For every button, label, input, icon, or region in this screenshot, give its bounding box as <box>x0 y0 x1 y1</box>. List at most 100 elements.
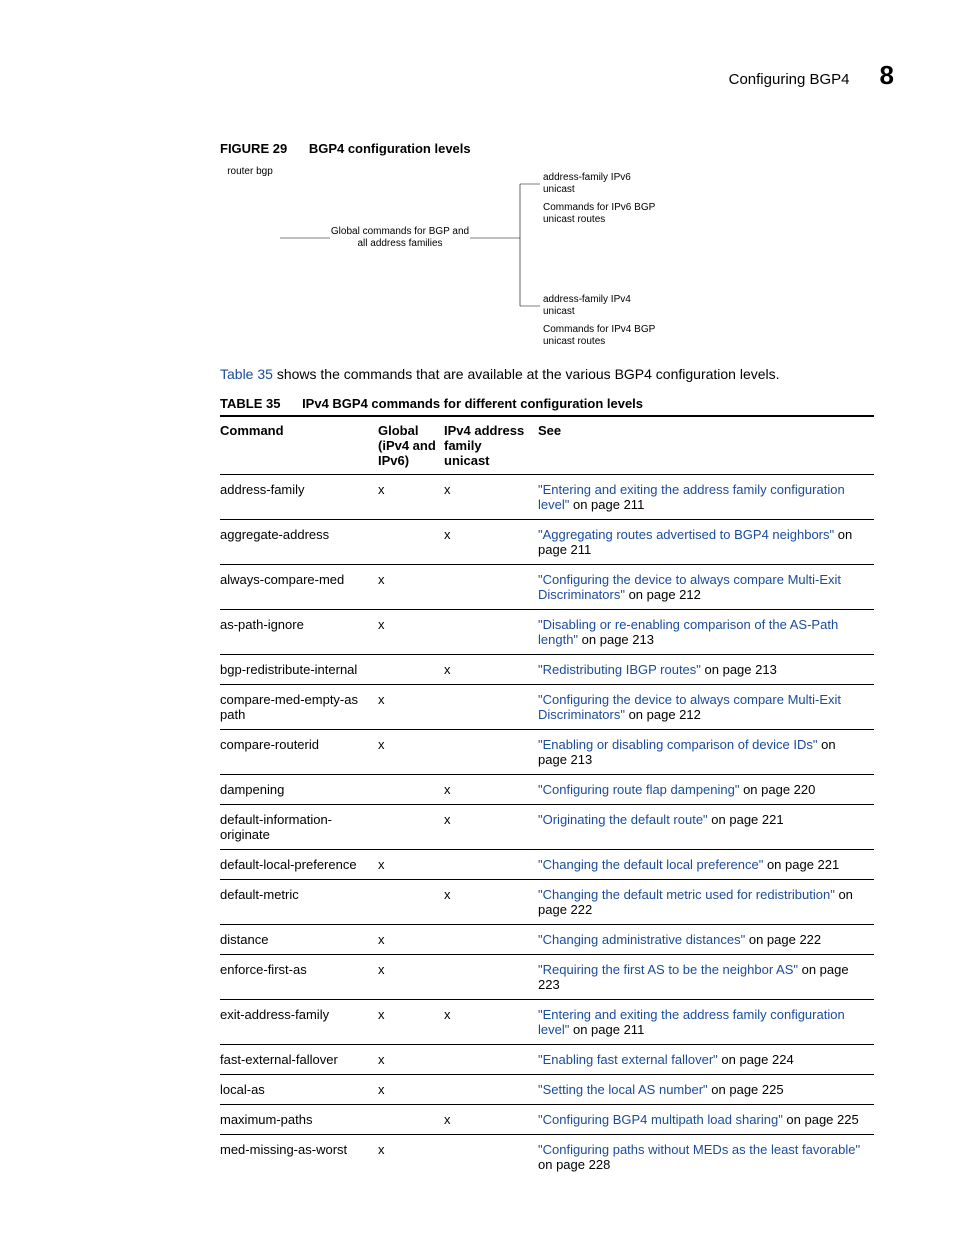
cell-global: x <box>378 1000 444 1045</box>
cell-global: x <box>378 925 444 955</box>
table-35-link[interactable]: Table 35 <box>220 366 273 382</box>
table-row: dampening x"Configuring route flap dampen… <box>220 775 874 805</box>
see-link[interactable]: "Changing the default local preference" <box>538 857 763 872</box>
see-suffix: on page 222 <box>745 932 821 947</box>
cell-see: "Changing administrative distances" on p… <box>538 925 874 955</box>
see-link[interactable]: "Enabling fast external fallover" <box>538 1052 718 1067</box>
see-link[interactable]: "Originating the default route" <box>538 812 708 827</box>
table-row: default-metricx"Changing the default met… <box>220 880 874 925</box>
col-global: Global (iPv4 and IPv6) <box>378 416 444 475</box>
table-row: aggregate-addressx"Aggregating routes ad… <box>220 520 874 565</box>
table-row: address-familyxx"Entering and exiting th… <box>220 475 874 520</box>
cell-see: "Aggregating routes advertised to BGP4 n… <box>538 520 874 565</box>
table-row: default-information-originatex"Originati… <box>220 805 874 850</box>
see-suffix: on page 220 <box>739 782 815 797</box>
table-row: compare-med-empty-as pathx "Configuring t… <box>220 685 874 730</box>
cell-command: aggregate-address <box>220 520 378 565</box>
see-suffix: on page 225 <box>783 1112 859 1127</box>
cell-command: bgp-redistribute-internal <box>220 655 378 685</box>
cell-global: x <box>378 685 444 730</box>
diagram-cmd6-label: Commands for IPv6 BGP unicast routes <box>543 202 673 226</box>
table-row: exit-address-familyxx"Entering and exiti… <box>220 1000 874 1045</box>
cell-ipv4: x <box>444 775 538 805</box>
commands-table: Command Global (iPv4 and IPv6) IPv4 addr… <box>220 415 874 1179</box>
diagram-router-label: router bgp <box>220 166 280 178</box>
table-row: always-compare-medx"Configuring the devi… <box>220 565 874 610</box>
see-link[interactable]: "Configuring route flap dampening" <box>538 782 739 797</box>
cell-see: "Configuring BGP4 multipath load sharing… <box>538 1105 874 1135</box>
see-suffix: on page 225 <box>708 1082 784 1097</box>
cell-see: "Enabling fast external fallover" on pag… <box>538 1045 874 1075</box>
table-caption: TABLE 35 IPv4 BGP4 commands for differen… <box>220 396 894 411</box>
cell-see: "Entering and exiting the address family… <box>538 475 874 520</box>
cell-command: compare-routerid <box>220 730 378 775</box>
cell-command: fast-external-fallover <box>220 1045 378 1075</box>
cell-ipv4 <box>444 685 538 730</box>
see-link[interactable]: "Configuring BGP4 multipath load sharing… <box>538 1112 783 1127</box>
cell-global <box>378 805 444 850</box>
cell-global <box>378 1105 444 1135</box>
diagram-global-label: Global commands for BGP and all address … <box>330 226 470 250</box>
table-row: bgp-redistribute-internalx"Redistributin… <box>220 655 874 685</box>
cell-ipv4 <box>444 955 538 1000</box>
table-row: maximum-pathsx"Configuring BGP4 multipat… <box>220 1105 874 1135</box>
cell-see: "Configuring the device to always compar… <box>538 685 874 730</box>
cell-command: dampening <box>220 775 378 805</box>
see-link[interactable]: "Enabling or disabling comparison of dev… <box>538 737 818 752</box>
cell-see: "Configuring route flap dampening" on pa… <box>538 775 874 805</box>
table-row: med-missing-as-worstx "Configuring paths … <box>220 1135 874 1180</box>
cell-global: x <box>378 610 444 655</box>
cell-command: enforce-first-as <box>220 955 378 1000</box>
table-label: TABLE 35 <box>220 396 280 411</box>
cell-see: "Setting the local AS number" on page 22… <box>538 1075 874 1105</box>
cell-ipv4: x <box>444 1000 538 1045</box>
figure-caption: FIGURE 29 BGP4 configuration levels <box>220 141 894 156</box>
table-row: distancex"Changing administrative distan… <box>220 925 874 955</box>
diagram-cmd4-label: Commands for IPv4 BGP unicast routes <box>543 324 673 348</box>
cell-global <box>378 655 444 685</box>
see-link[interactable]: "Redistributing IBGP routes" <box>538 662 701 677</box>
header-chapter: 8 <box>880 60 894 91</box>
diagram-af6-label: address-family IPv6 unicast <box>543 172 663 196</box>
bgp-config-levels-diagram: router bgp Global commands for BGP and a… <box>220 166 894 366</box>
cell-global <box>378 880 444 925</box>
see-suffix: on page 228 <box>538 1157 610 1172</box>
see-suffix: on page 221 <box>763 857 839 872</box>
see-suffix: on page 213 <box>701 662 777 677</box>
see-link[interactable]: "Configuring paths without MEDs as the l… <box>538 1142 860 1157</box>
cell-command: compare-med-empty-as path <box>220 685 378 730</box>
see-suffix: on page 212 <box>625 707 701 722</box>
see-link[interactable]: "Changing the default metric used for re… <box>538 887 835 902</box>
figure-label: FIGURE 29 <box>220 141 287 156</box>
see-link[interactable]: "Aggregating routes advertised to BGP4 n… <box>538 527 834 542</box>
cell-see: "Enabling or disabling comparison of dev… <box>538 730 874 775</box>
cell-global: x <box>378 1135 444 1180</box>
cell-global: x <box>378 1075 444 1105</box>
table-row: enforce-first-asx"Requiring the first AS… <box>220 955 874 1000</box>
cell-ipv4 <box>444 1045 538 1075</box>
cell-command: med-missing-as-worst <box>220 1135 378 1180</box>
table-row: as-path-ignorex"Disabling or re-enabling… <box>220 610 874 655</box>
cell-ipv4 <box>444 1075 538 1105</box>
see-link[interactable]: "Requiring the first AS to be the neighb… <box>538 962 798 977</box>
intro-text: shows the commands that are available at… <box>273 366 780 382</box>
cell-global: x <box>378 475 444 520</box>
table-row: local-asx"Setting the local AS number" o… <box>220 1075 874 1105</box>
cell-global: x <box>378 730 444 775</box>
cell-global: x <box>378 565 444 610</box>
cell-see: "Changing the default local preference" … <box>538 850 874 880</box>
cell-see: "Requiring the first AS to be the neighb… <box>538 955 874 1000</box>
see-suffix: on page 221 <box>708 812 784 827</box>
cell-ipv4: x <box>444 805 538 850</box>
table-title: IPv4 BGP4 commands for different configu… <box>302 396 643 411</box>
intro-paragraph: Table 35 shows the commands that are ava… <box>220 366 894 382</box>
col-ipv4: IPv4 address family unicast <box>444 416 538 475</box>
cell-ipv4 <box>444 1135 538 1180</box>
see-link[interactable]: "Changing administrative distances" <box>538 932 745 947</box>
cell-ipv4: x <box>444 475 538 520</box>
cell-command: default-metric <box>220 880 378 925</box>
see-link[interactable]: "Setting the local AS number" <box>538 1082 708 1097</box>
col-see: See <box>538 416 874 475</box>
cell-see: "Disabling or re-enabling comparison of … <box>538 610 874 655</box>
cell-global <box>378 520 444 565</box>
